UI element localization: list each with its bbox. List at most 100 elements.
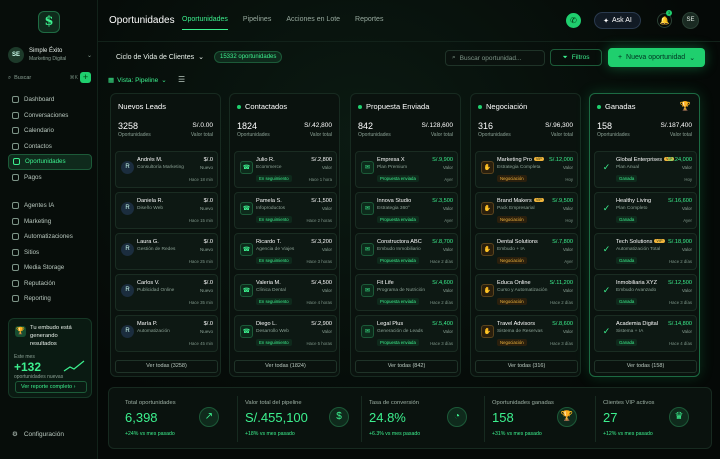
filters-label: Filtros	[571, 54, 590, 61]
column-count-label: Oportunidades	[597, 132, 630, 138]
see-all-button[interactable]: Ver todas (842)	[355, 360, 458, 373]
opportunity-card[interactable]: ✓ Global Enterprises VIP Plan Anual Ganada S/…	[594, 151, 697, 188]
tab-reportes[interactable]: Reportes	[355, 16, 383, 30]
see-all-button[interactable]: Ver todas (3258)	[115, 360, 218, 373]
tab-pipelines[interactable]: Pipelines	[243, 16, 271, 30]
opportunity-card[interactable]: ☎ Valeria M. Clínica Dental En seguimiento S…	[234, 274, 337, 311]
sidebar-search[interactable]: ⌕ Buscar ⌘K	[8, 72, 78, 84]
sidebar: $ SE Simple Éxito Marketing Digital ⌄ ⌕ …	[0, 0, 98, 459]
sidebar-item-calendario[interactable]: Calendario	[8, 123, 92, 139]
see-all-button[interactable]: Ver todas (316)	[475, 360, 578, 373]
tab-acciones-en-lote[interactable]: Acciones en Lote	[286, 16, 340, 30]
settings-link[interactable]: ⚙ Configuración	[12, 430, 64, 439]
opportunity-card[interactable]: ✉ Fit Life Programa de Nutrición Propuesta …	[355, 274, 458, 311]
brand-logo[interactable]: $	[38, 11, 60, 33]
page-title: Oportunidades	[109, 15, 175, 26]
sidebar-item-reputacion[interactable]: Reputación	[8, 276, 92, 292]
card-name-text: Marketing Pro	[497, 157, 532, 163]
opportunity-card[interactable]: ✓ Inmobiliaria XYZ Embudo Avanzado Ganada S/…	[594, 274, 697, 311]
add-button[interactable]: +	[80, 72, 91, 83]
view-selector[interactable]: ▦ Vista: Pipeline ⌄	[108, 76, 167, 85]
sidebar-item-label: Marketing	[24, 217, 52, 225]
card-name: Legal Plus	[377, 321, 403, 327]
card-name: Dental Solutions	[497, 239, 538, 245]
pipeline-select[interactable]: Ciclo de Vida de Clientes ⌄	[110, 50, 210, 64]
opportunity-card[interactable]: ✓ Healthy Living Plan Completo Ganada S/.16,…	[594, 192, 697, 229]
opportunity-card[interactable]: ✓ Academia Digital Sistema + IA Ganada S/.14…	[594, 315, 697, 352]
ask-ai-button[interactable]: ✦ Ask AI	[594, 12, 641, 29]
card-name: Tech Solutions VIP	[616, 239, 665, 245]
card-name-text: Andrés M.	[137, 157, 163, 163]
sidebar-item-media-storage[interactable]: Media Storage	[8, 260, 92, 276]
sidebar-item-conversaciones[interactable]: Conversaciones	[8, 108, 92, 124]
card-service: Embudo + IA	[497, 247, 525, 252]
sidebar-item-pagos[interactable]: Pagos	[8, 170, 92, 186]
filters-button[interactable]: ⏷ Filtros	[550, 49, 602, 66]
user-avatar[interactable]: SE	[682, 12, 699, 29]
opportunity-card[interactable]: R Andrés M. Consultoría Marketing $/.0 Nuevo…	[115, 151, 218, 188]
sidebar-item-marketing[interactable]: Marketing	[8, 214, 92, 230]
card-amount: S/.8,600	[552, 321, 573, 327]
opportunity-card[interactable]: ☎ Diego L. Desarrollo Web En seguimiento S/.…	[234, 315, 337, 352]
card-name: Global Enterprises VIP	[616, 157, 675, 163]
opportunity-card[interactable]: ✉ Constructora ABC Embudo Inmobiliario Prop…	[355, 233, 458, 270]
sidebar-item-reporting[interactable]: Reporting	[8, 291, 92, 307]
opportunity-card[interactable]: R Carlos V. Publicidad Online $/.0 Nuevo Hace…	[115, 274, 218, 311]
opportunity-search-input[interactable]: ⌕ Buscar oportunidad...	[445, 50, 545, 66]
funnel-promo-card: 🏆 Tu embudo está generando resultados Es…	[8, 318, 92, 398]
opportunity-card[interactable]: ✋ Dental Solutions Embudo + IA Negociación S…	[475, 233, 578, 270]
list-view-icon[interactable]: ☰	[178, 75, 185, 84]
opportunity-card[interactable]: ✋ Travel Advisors Sistema de Reservas Negoc…	[475, 315, 578, 352]
card-name: Julio R.	[256, 157, 275, 163]
sidebar-item-oportunidades[interactable]: Oportunidades	[8, 154, 92, 170]
card-service: Pack Empresarial	[497, 206, 535, 211]
stat-label: Total oportunidades	[125, 400, 176, 406]
sidebar-item-dashboard[interactable]: Dashboard	[8, 92, 92, 108]
sidebar-nav-main: Dashboard Conversaciones Calendario Contact…	[8, 92, 92, 185]
phone-icon[interactable]: ✆	[566, 13, 581, 28]
payments-icon	[12, 173, 19, 181]
sidebar-item-automatizaciones[interactable]: Automatizaciones	[8, 229, 92, 245]
card-time: Hace 1 hora	[308, 177, 332, 182]
see-all-button[interactable]: Ver todas (158)	[594, 360, 697, 373]
stat-change: +6.3% vs mes pasado	[369, 431, 421, 437]
sidebar-item-contactos[interactable]: Contactos	[8, 139, 92, 155]
opportunity-card[interactable]: ✉ Innova Studio Estrategia 360° Propuesta e…	[355, 192, 458, 229]
account-switcher[interactable]: SE Simple Éxito Marketing Digital ⌄	[8, 44, 92, 66]
sidebar-item-agentes-ia[interactable]: Agentes IA	[8, 198, 92, 214]
opportunity-card[interactable]: ✓ Tech Solutions VIP Automatización Total Ga…	[594, 233, 697, 270]
opportunity-card[interactable]: R Daniela R. Diseño Web $/.0 Nuevo Hace 15 mi…	[115, 192, 218, 229]
phone-icon: ☎	[240, 243, 253, 256]
card-name: Constructora ABC	[377, 239, 422, 245]
opportunity-card[interactable]: ✋ Marketing Pro VIP Estrategia Completa Nego…	[475, 151, 578, 188]
chart-icon	[12, 295, 19, 303]
card-name-text: Tech Solutions	[616, 239, 653, 245]
opportunity-card[interactable]: ☎ Pamela S. Infoproductos En seguimiento S/.…	[234, 192, 337, 229]
opportunity-card[interactable]: ✉ Empresa X Plan Premium Propuesta enviada S…	[355, 151, 458, 188]
card-name: Pamela S.	[256, 198, 282, 204]
opportunity-card[interactable]: ☎ Ricardo T. Agencia de Viajes En seguimien…	[234, 233, 337, 270]
opportunity-card[interactable]: R Laura G. Gestión de Redes $/.0 Nuevo Hace 2…	[115, 233, 218, 270]
tab-oportunidades[interactable]: Oportunidades	[182, 16, 228, 30]
card-name: Inmobiliaria XYZ	[616, 280, 657, 286]
card-service: Ecommerce	[256, 165, 282, 170]
opportunity-card[interactable]: R María P. Automatización $/.0 Nuevo Hace 45 …	[115, 315, 218, 352]
trend-icon: ↗	[199, 407, 219, 427]
card-service: Desarrollo Web	[256, 329, 289, 334]
card-time: Hace 2 días	[430, 259, 453, 264]
opportunity-card[interactable]: ✉ Legal Plus Generación de Leads Propuesta …	[355, 315, 458, 352]
opportunity-card[interactable]: ☎ Julio R. Ecommerce En seguimiento S/.2,800…	[234, 151, 337, 188]
opportunity-card[interactable]: ✋ Educa Online Curso y Automatización Negoc…	[475, 274, 578, 311]
new-opportunity-button[interactable]: + Nueva oportunidad ⌄	[608, 48, 705, 67]
card-time: Hace 25 min	[188, 259, 213, 264]
status-badge: Negociación	[497, 339, 527, 346]
sidebar-nav-tools: Agentes IA Marketing Automatizaciones Sitio…	[8, 198, 92, 307]
sidebar-item-sitios[interactable]: Sitios	[8, 245, 92, 261]
opportunity-card[interactable]: ✋ Brand Makers VIP Pack Empresarial Negociac…	[475, 192, 578, 229]
view-report-button[interactable]: Ver reporte completo ›	[15, 381, 87, 393]
card-service: Consultoría Marketing	[137, 165, 184, 170]
see-all-button[interactable]: Ver todas (1824)	[234, 360, 337, 373]
stat-label: Clientes VIP activos	[603, 400, 655, 406]
card-name-text: Global Enterprises	[616, 157, 663, 163]
status-badge: En seguimiento	[256, 216, 292, 223]
